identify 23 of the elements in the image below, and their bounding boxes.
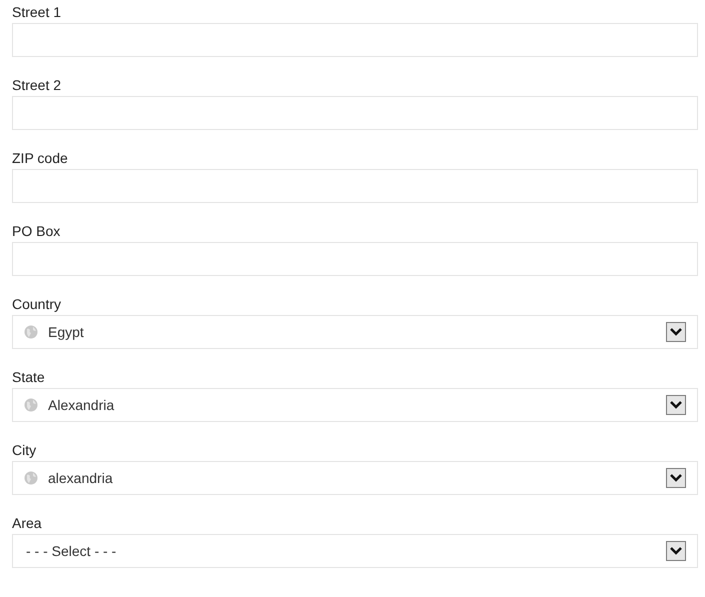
input-field[interactable] xyxy=(12,169,698,203)
selected-value: Alexandria xyxy=(48,397,116,413)
input-field[interactable] xyxy=(12,23,698,57)
dropdown-field[interactable]: Egypt xyxy=(12,315,698,349)
field-label: Street 2 xyxy=(12,77,62,93)
input-field[interactable] xyxy=(12,242,698,276)
input-field[interactable] xyxy=(12,96,698,130)
field-label: Area xyxy=(12,515,42,531)
field-label: State xyxy=(12,369,45,385)
field-label: PO Box xyxy=(12,223,60,239)
dropdown-field[interactable]: - - - Select - - - xyxy=(12,534,698,568)
selected-value: - - - Select - - - xyxy=(25,543,118,559)
field-label: City xyxy=(12,442,36,458)
field-label: ZIP code xyxy=(12,150,68,166)
selected-value: Egypt xyxy=(48,324,85,340)
dropdown-field[interactable]: Alexandria xyxy=(12,388,698,422)
globe-icon xyxy=(24,398,38,412)
field-label: Street 1 xyxy=(12,4,62,20)
selected-value: alexandria xyxy=(48,470,114,486)
globe-icon xyxy=(24,325,38,339)
globe-icon xyxy=(24,471,38,485)
field-label: Country xyxy=(12,296,62,312)
dropdown-field[interactable]: alexandria xyxy=(12,461,698,495)
